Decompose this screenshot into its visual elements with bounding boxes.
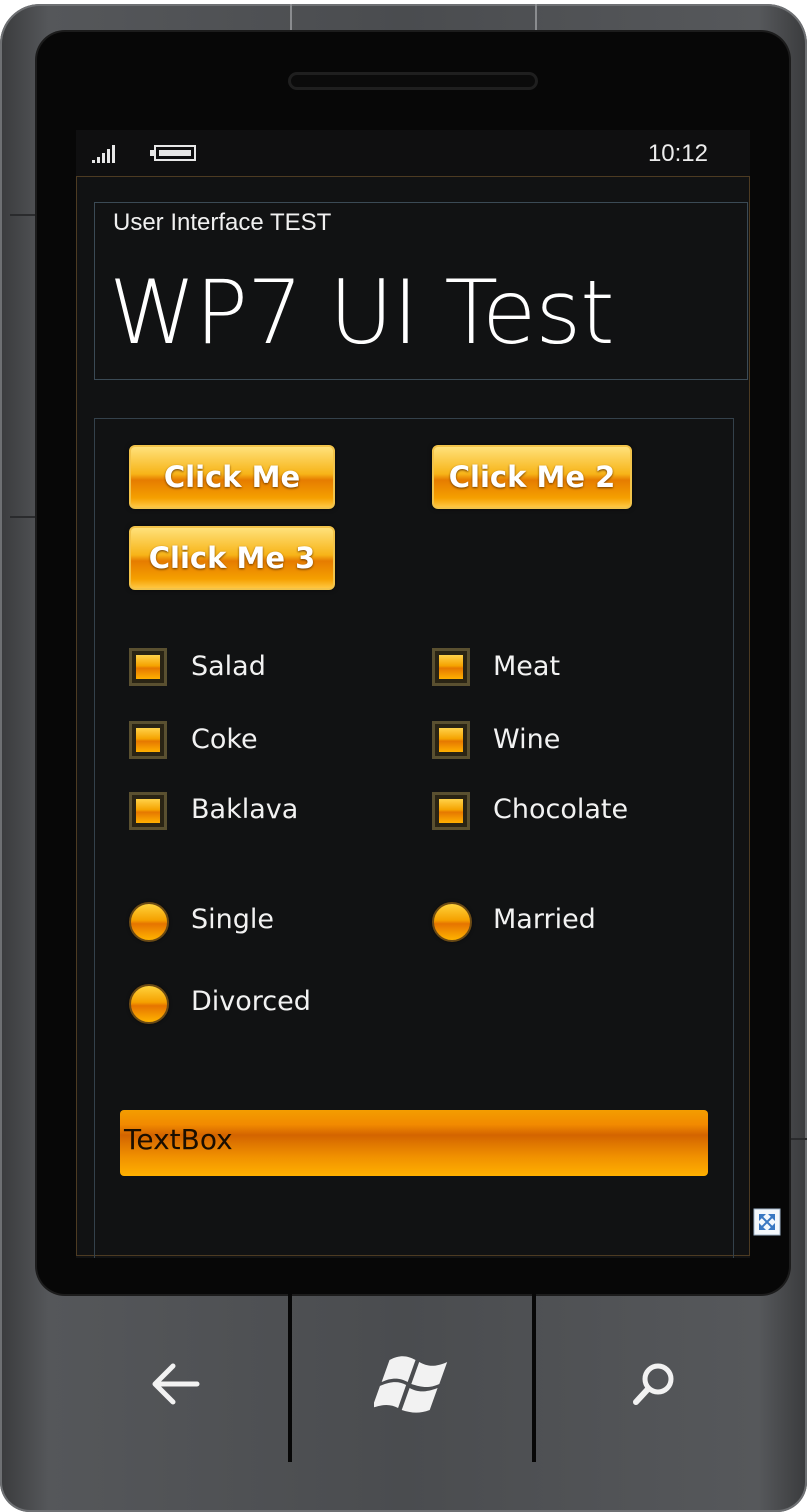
status-clock: 10:12: [647, 140, 708, 167]
chocolate-checkbox[interactable]: [432, 792, 470, 830]
married-label: Married: [493, 904, 596, 935]
back-button[interactable]: [136, 1344, 216, 1424]
meat-checkbox[interactable]: [432, 648, 470, 686]
search-icon: [633, 1363, 674, 1405]
married-radio[interactable]: [432, 902, 472, 942]
nav-separator: [288, 1294, 292, 1462]
phone-screen: 10:12 User Interface TEST WP7 UI Test Cl…: [76, 130, 750, 1258]
nav-separator: [532, 1294, 536, 1462]
salad-checkbox[interactable]: [129, 648, 167, 686]
start-button[interactable]: [372, 1344, 452, 1424]
earpiece-speaker: [288, 72, 538, 90]
single-radio[interactable]: [129, 902, 169, 942]
salad-label: Salad: [191, 651, 266, 682]
status-bar: 10:12: [76, 130, 750, 176]
search-button[interactable]: [614, 1344, 694, 1424]
coke-label: Coke: [191, 724, 258, 755]
coke-checkbox[interactable]: [129, 721, 167, 759]
title-panel: User Interface TEST WP7 UI Test: [94, 202, 748, 380]
app-subtitle: User Interface TEST: [113, 209, 332, 236]
windows-logo-icon: [374, 1356, 448, 1413]
divorced-label: Divorced: [191, 986, 311, 1017]
side-seam: [10, 516, 40, 518]
single-label: Single: [191, 904, 275, 935]
meat-label: Meat: [493, 651, 561, 682]
page-title: WP7 UI Test: [109, 261, 615, 364]
side-seam: [10, 214, 40, 216]
hardware-nav-bar: [0, 1294, 807, 1512]
chocolate-label: Chocolate: [493, 794, 629, 825]
battery-icon: [150, 145, 196, 161]
signal-strength-icon: [92, 145, 115, 163]
resize-icon[interactable]: [753, 1208, 781, 1236]
click-me-3-button[interactable]: Click Me 3: [129, 526, 335, 590]
baklava-checkbox[interactable]: [129, 792, 167, 830]
click-me-2-button[interactable]: Click Me 2: [432, 445, 632, 509]
divorced-radio[interactable]: [129, 984, 169, 1024]
wine-checkbox[interactable]: [432, 721, 470, 759]
top-seam: [290, 4, 292, 32]
click-me-button[interactable]: Click Me: [129, 445, 335, 509]
top-seam: [535, 4, 537, 32]
back-arrow-icon: [152, 1363, 200, 1405]
text-box-input[interactable]: TextBox: [120, 1110, 708, 1176]
baklava-label: Baklava: [191, 794, 299, 825]
phone-device: 10:12 User Interface TEST WP7 UI Test Cl…: [0, 4, 807, 1512]
wine-label: Wine: [493, 724, 561, 755]
